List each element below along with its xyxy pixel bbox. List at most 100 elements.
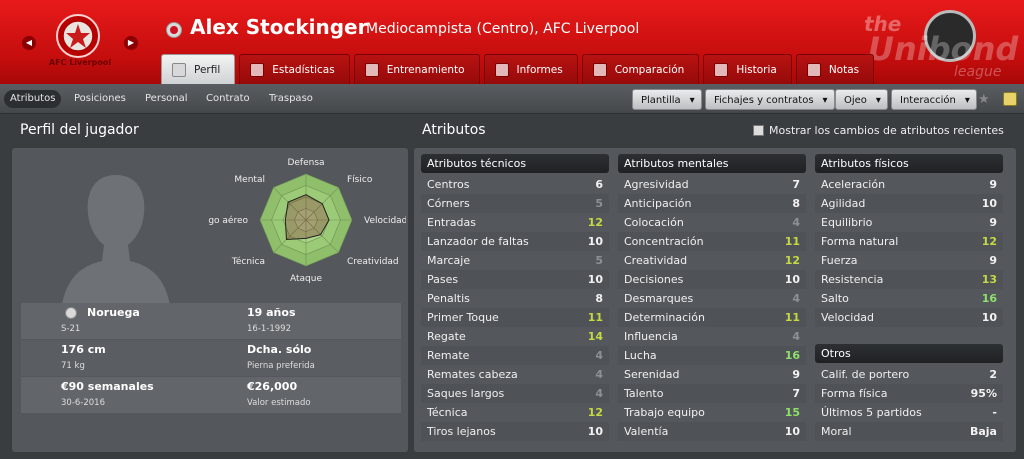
weight: 71 kg	[61, 361, 85, 371]
tab-informes[interactable]: Informes	[483, 54, 578, 84]
attribute-row[interactable]: Resistencia 13	[815, 270, 1003, 289]
scouting-dropdown[interactable]: Ojeo	[835, 89, 888, 111]
radar-label: Físico	[347, 175, 373, 185]
attribute-radar-chart: Defensa Físico Velocidad Creatividad Ataque T…	[208, 158, 406, 284]
transfers-dropdown[interactable]: Fichajes y contratos	[705, 89, 835, 111]
attribute-name: Agresividad	[624, 178, 689, 191]
attribute-row[interactable]: Desmarques 4	[618, 289, 806, 308]
attribute-value: 4	[595, 368, 603, 381]
attribute-row[interactable]: Tiros lejanos 10	[421, 422, 609, 441]
attribute-row[interactable]: Influencia 4	[618, 327, 806, 346]
subtab-contrato[interactable]: Contrato	[200, 90, 256, 108]
attribute-row[interactable]: Trabajo equipo 15	[618, 403, 806, 422]
attribute-row[interactable]: Agresividad 7	[618, 175, 806, 194]
attribute-value: 11	[784, 235, 800, 248]
tab-historia[interactable]: Historia	[703, 54, 792, 84]
attribute-row[interactable]: Serenidad 9	[618, 365, 806, 384]
attribute-row[interactable]: Saques largos 4	[421, 384, 609, 403]
attribute-value: 7	[792, 387, 800, 400]
wage: €90 semanales	[61, 380, 154, 393]
attribute-row[interactable]: Penaltis 8	[421, 289, 609, 308]
tab-perfil[interactable]: Perfil	[161, 54, 236, 84]
star-icon[interactable]: ★	[978, 92, 990, 107]
attribute-name: Desmarques	[624, 292, 694, 305]
attribute-row[interactable]: Forma física 95%	[815, 384, 1003, 403]
radar-label: Ataque	[290, 274, 322, 284]
attribute-row[interactable]: Calif. de portero 2	[815, 365, 1003, 384]
mental-heading: Atributos mentales	[618, 154, 806, 173]
prev-arrow-icon[interactable]: ◀	[22, 36, 36, 50]
attribute-row[interactable]: Salto 16	[815, 289, 1003, 308]
show-changes-checkbox[interactable]	[753, 125, 764, 136]
attribute-value: 4	[595, 387, 603, 400]
attribute-row[interactable]: Anticipación 8	[618, 194, 806, 213]
physical-heading: Atributos físicos	[815, 154, 1003, 173]
attribute-row[interactable]: Decisiones 10	[618, 270, 806, 289]
notes-icon	[806, 62, 821, 77]
squad-dropdown[interactable]: Plantilla	[632, 89, 702, 111]
attribute-row[interactable]: Moral Baja	[815, 422, 1003, 441]
attribute-name: Forma física	[821, 387, 888, 400]
next-arrow-icon[interactable]: ▶	[124, 36, 138, 50]
attribute-name: Salto	[821, 292, 849, 305]
interaction-dropdown[interactable]: Interacción	[891, 89, 977, 111]
attribute-row[interactable]: Remate 4	[421, 346, 609, 365]
tab-comparacion[interactable]: Comparación	[581, 54, 700, 84]
technical-attributes: Atributos técnicos Centros 6 Córners 5 Entra…	[421, 154, 609, 441]
attribute-row[interactable]: Últimos 5 partidos -	[815, 403, 1003, 422]
attribute-row[interactable]: Córners 5	[421, 194, 609, 213]
attribute-name: Determinación	[624, 311, 705, 324]
attribute-row[interactable]: Centros 6	[421, 175, 609, 194]
attribute-row[interactable]: Técnica 12	[421, 403, 609, 422]
player-position-club: Mediocampista (Centro), AFC Liverpool	[366, 21, 640, 37]
attribute-name: Primer Toque	[427, 311, 499, 324]
subtab-personal[interactable]: Personal	[139, 90, 194, 108]
player-name: Alex Stockinger	[190, 15, 368, 39]
add-note-icon[interactable]	[1003, 92, 1017, 106]
subtab-atributos[interactable]: Atributos	[4, 90, 62, 108]
attribute-row[interactable]: Equilibrio 9	[815, 213, 1003, 232]
contract-expiry: 30-6-2016	[61, 398, 105, 408]
attribute-value: 7	[792, 178, 800, 191]
attribute-row[interactable]: Lanzador de faltas 10	[421, 232, 609, 251]
attribute-name: Remate	[427, 349, 470, 362]
attribute-row[interactable]: Velocidad 10	[815, 308, 1003, 327]
attribute-row[interactable]: Remates cabeza 4	[421, 365, 609, 384]
attribute-row[interactable]: Entradas 12	[421, 213, 609, 232]
tab-entrenamiento[interactable]: Entrenamiento	[353, 54, 480, 84]
attribute-name: Aceleración	[821, 178, 886, 191]
attribute-row[interactable]: Determinación 11	[618, 308, 806, 327]
radar-label: Defensa	[287, 158, 324, 168]
attribute-name: Lucha	[624, 349, 657, 362]
subtab-posiciones[interactable]: Posiciones	[68, 90, 132, 108]
club-name: AFC Liverpool	[48, 58, 112, 67]
attribute-row[interactable]: Concentración 11	[618, 232, 806, 251]
attribute-value: 9	[989, 254, 997, 267]
attribute-value: 9	[989, 178, 997, 191]
tab-notas[interactable]: Notas	[795, 54, 875, 84]
attribute-name: Serenidad	[624, 368, 680, 381]
attribute-row[interactable]: Marcaje 5	[421, 251, 609, 270]
attribute-name: Técnica	[427, 406, 468, 419]
attribute-row[interactable]: Colocación 4	[618, 213, 806, 232]
attribute-row[interactable]: Fuerza 9	[815, 251, 1003, 270]
attribute-row[interactable]: Aceleración 9	[815, 175, 1003, 194]
attribute-name: Regate	[427, 330, 466, 343]
attribute-row[interactable]: Creatividad 12	[618, 251, 806, 270]
stats-icon	[250, 62, 265, 77]
nationality[interactable]: Noruega	[87, 306, 140, 319]
attribute-row[interactable]: Pases 10	[421, 270, 609, 289]
height: 176 cm	[61, 343, 106, 356]
attribute-row[interactable]: Forma natural 12	[815, 232, 1003, 251]
tab-estadisticas[interactable]: Estadísticas	[239, 54, 350, 84]
attribute-row[interactable]: Valentía 10	[618, 422, 806, 441]
mental-attributes: Atributos mentales Agresividad 7 Anticipac…	[618, 154, 806, 441]
attribute-row[interactable]: Lucha 16	[618, 346, 806, 365]
attribute-row[interactable]: Primer Toque 11	[421, 308, 609, 327]
subtab-traspaso[interactable]: Traspaso	[263, 90, 319, 108]
attribute-name: Centros	[427, 178, 470, 191]
attribute-row[interactable]: Regate 14	[421, 327, 609, 346]
attribute-row[interactable]: Talento 7	[618, 384, 806, 403]
attribute-row[interactable]: Agilidad 10	[815, 194, 1003, 213]
attribute-value: 8	[792, 197, 800, 210]
